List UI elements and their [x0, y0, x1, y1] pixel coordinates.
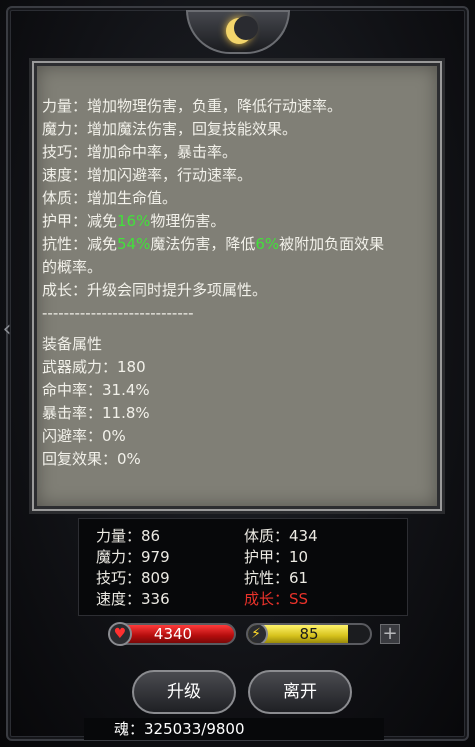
equip-recover-effect: 回复效果：0% — [42, 450, 141, 468]
left-arrow-icon[interactable]: ‹ — [0, 300, 14, 360]
stat-skill: 技巧：809 — [96, 569, 170, 587]
armor-pct: 16% — [117, 212, 151, 230]
resist-pct2: 6% — [255, 235, 280, 253]
desc-line-speed: 速度：增加闪避率，行动速率。 — [42, 166, 253, 184]
desc-line-strength: 力量：增加物理伤害，负重，降低行动速率。 — [42, 97, 343, 115]
equip-title: 装备属性 — [42, 335, 103, 353]
equip-weapon-power: 武器威力：180 — [42, 358, 146, 376]
stat-resist: 抗性：61 — [244, 569, 309, 587]
soul-counter: 魂：325033/9800 — [84, 718, 384, 740]
stat-growth: 成长：SS — [244, 590, 309, 608]
desc-line-resist: 抗性：减免54%魔法伤害，降低6%被附加负面效果的概率。 — [42, 233, 392, 279]
stat-armor: 护甲：10 — [244, 548, 309, 566]
desc-line-armor: 护甲：减免16%物理伤害。 — [42, 210, 392, 233]
lightning-icon: ⚡ — [248, 625, 268, 643]
desc-line-skill: 技巧：增加命中率，暴击率。 — [42, 143, 238, 161]
stat-strength: 力量：86 — [96, 527, 161, 545]
leave-button[interactable]: 离开 — [248, 670, 352, 714]
add-energy-button[interactable]: + — [380, 624, 400, 644]
desc-line-constitution: 体质：增加生命值。 — [42, 189, 178, 207]
equip-hit-rate: 命中率：31.4% — [42, 381, 150, 399]
resist-pre: 抗性：减免 — [42, 235, 118, 253]
resist-mid: 魔法伤害，降低 — [150, 235, 256, 253]
desc-line-magic: 魔力：增加魔法伤害，回复技能效果。 — [42, 120, 298, 138]
moon-shadow — [234, 16, 258, 40]
desc-line-growth: 成长：升级会同时提升多项属性。 — [42, 281, 268, 299]
armor-pre: 护甲：减免 — [42, 212, 118, 230]
upgrade-button[interactable]: 升级 — [132, 670, 236, 714]
hp-value: 4340 — [153, 625, 193, 643]
energy-bar: ⚡ 85 — [246, 623, 372, 645]
armor-post: 物理伤害。 — [150, 212, 226, 230]
equip-dodge-rate: 闪避率：0% — [42, 427, 126, 445]
stat-constitution: 体质：434 — [244, 527, 318, 545]
resist-pct1: 54% — [117, 235, 151, 253]
stat-magic: 魔力：979 — [96, 548, 170, 566]
stat-speed: 速度：336 — [96, 590, 170, 608]
equip-crit-rate: 暴击率：11.8% — [42, 404, 150, 422]
divider: ---------------------------- — [42, 304, 194, 322]
description-text: 力量：增加物理伤害，负重，降低行动速率。 魔力：增加魔法伤害，回复技能效果。 技… — [42, 95, 392, 471]
hp-bar: ♥ 4340 — [108, 622, 236, 646]
